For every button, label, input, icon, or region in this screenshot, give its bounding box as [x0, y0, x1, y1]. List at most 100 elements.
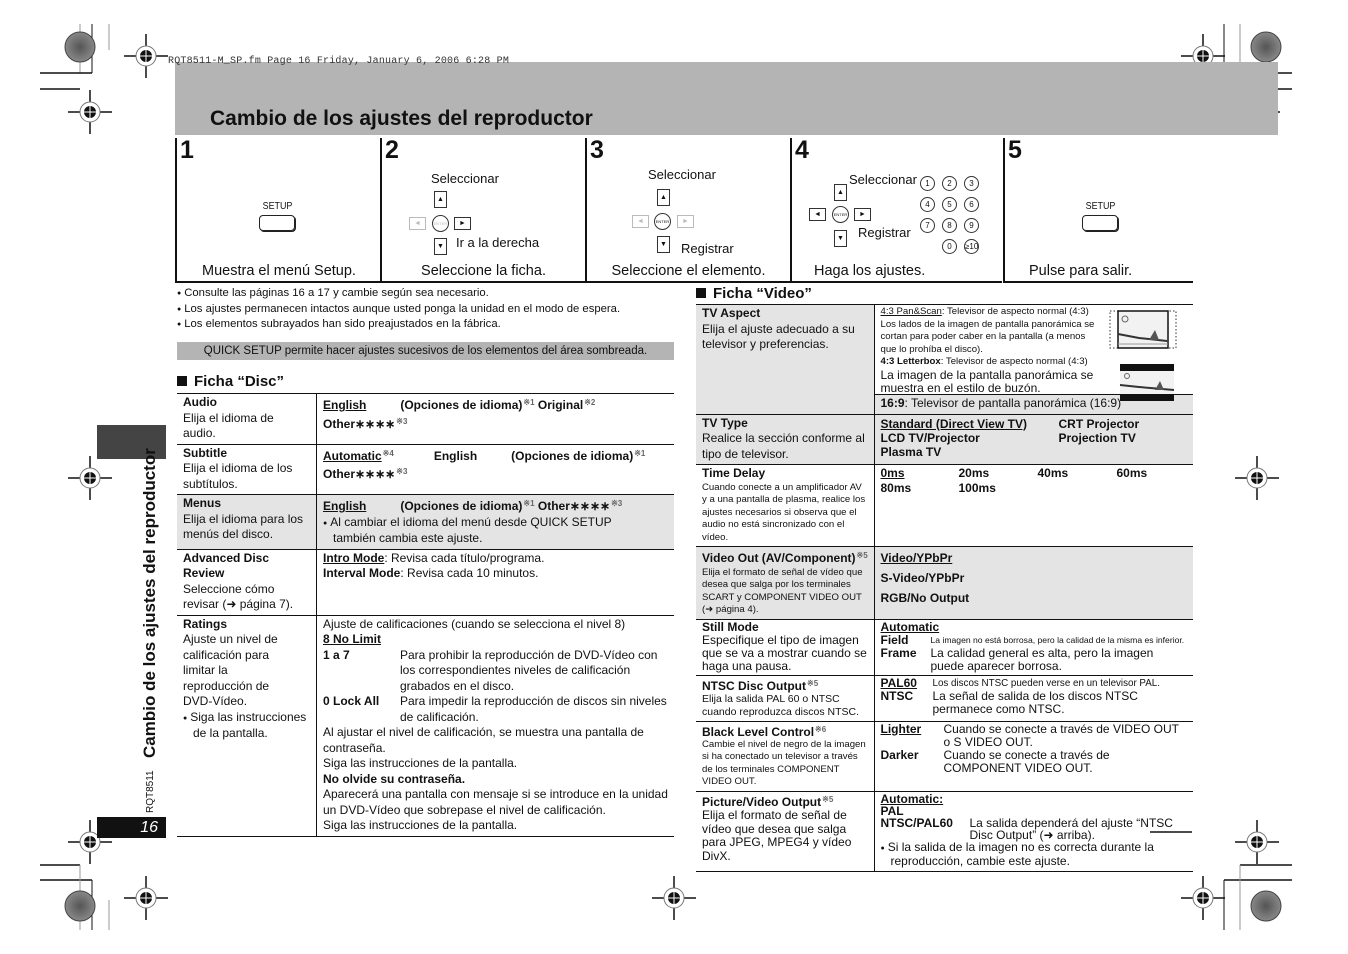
- option: Other∗∗∗∗: [323, 416, 396, 431]
- setting-name: Black Level Control: [702, 724, 815, 739]
- option: 20ms: [958, 466, 990, 480]
- video-tab-heading: Ficha “Video”: [696, 285, 812, 302]
- ratings-text: Al ajustar el nivel de calificación, se …: [323, 725, 644, 755]
- setting-desc: Elija el formato de señal de vídeo que d…: [702, 566, 863, 616]
- option-desc: : Televisor de aspecto normal (4:3): [940, 356, 1088, 367]
- option: Original: [537, 398, 584, 412]
- step-caption: Seleccione el elemento.: [611, 263, 766, 279]
- setting-note: Si la salida de la imagen no es correcta…: [881, 841, 1189, 867]
- footnote-ref: ※4: [382, 448, 394, 458]
- option-default: PAL60: [880, 675, 917, 690]
- page-number: 16: [97, 817, 166, 838]
- setup-button-icon: [259, 215, 295, 231]
- option: 80ms: [880, 481, 912, 495]
- setting-name: TV Type: [702, 415, 748, 430]
- select-label: Seleccionar: [849, 172, 917, 187]
- footnote-ref: ※3: [611, 499, 623, 508]
- setting-row-still-mode: Still Mode Especifique el tipo de imagen …: [696, 618, 1193, 675]
- setup-label: SETUP: [1085, 200, 1116, 212]
- number-key-icon: 1: [920, 176, 935, 191]
- left-arrow-key-icon: ◄: [632, 215, 649, 228]
- note-item: Consulte las páginas 16 a 17 y cambie se…: [177, 286, 620, 302]
- option-default: Standard (Direct View TV): [880, 416, 1027, 431]
- setting-name: Video Out (AV/Component): [702, 551, 856, 565]
- setting-desc: Elija la salida PAL 60 o NTSC cuando rep…: [702, 692, 859, 718]
- option-desc: : Televisor de aspecto normal (4:3): [941, 306, 1089, 317]
- option: English: [433, 448, 478, 463]
- left-arrow-key-icon: ◄: [809, 208, 826, 221]
- up-arrow-key-icon: ▲: [657, 189, 670, 206]
- step-number: 4: [795, 136, 809, 164]
- step-number: 2: [385, 136, 399, 164]
- letterbox-illustration: [1119, 364, 1174, 401]
- setting-name: Picture/Video Output: [702, 794, 822, 809]
- setting-row-time-delay: Time Delay Cuando conecte a un amplificad…: [696, 464, 1193, 547]
- option-desc: La salida dependerá del ajuste “NTSC Dis…: [969, 815, 1173, 842]
- option: PAL: [880, 803, 904, 818]
- option: 1 a 7: [323, 647, 350, 662]
- setting-row-picture-video-output: Picture/Video Output※5 Elija el formato d…: [696, 790, 1193, 872]
- setting-desc: Seleccione cómo revisar (➜ página 7).: [183, 581, 294, 612]
- option-desc: Los lados de la imagen de pantalla panor…: [880, 318, 1095, 355]
- step-caption: Muestra el menú Setup.: [202, 263, 356, 279]
- option: (Opciones de idioma): [511, 448, 634, 463]
- setting-row-ntsc-disc-output: NTSC Disc Output※5 Elija la salida PAL 60…: [696, 674, 1193, 721]
- footnote-ref: ※2: [584, 398, 596, 407]
- down-arrow-key-icon: ▼: [434, 238, 447, 255]
- option: NTSC: [880, 688, 914, 703]
- enter-key-icon: ENTER: [832, 206, 849, 223]
- option-default: Automatic: [323, 448, 382, 463]
- option-default: English: [323, 398, 367, 412]
- number-key-icon: 3: [964, 176, 979, 191]
- option: Projection TV: [1058, 430, 1136, 445]
- setting-name: Still Mode: [702, 619, 759, 634]
- setting-desc: Realice la sección conforme al tipo de t…: [702, 431, 865, 461]
- select-label: Seleccionar: [648, 167, 716, 182]
- side-title-text: Cambio de los ajustes del reproductor: [140, 448, 159, 758]
- step-1: 1 SETUP Muestra el menú Setup.: [175, 136, 381, 283]
- option-default: Video/YPbPr: [880, 551, 953, 565]
- ratings-warning: No olvide su contraseña.: [323, 771, 466, 786]
- setting-row-audio: Audio Elija el idioma de audio. English (O…: [177, 393, 674, 444]
- setting-name: NTSC Disc Output: [702, 678, 806, 693]
- option-default: English: [323, 499, 367, 513]
- setting-desc: Elija el ajuste adecuado a su televisor …: [702, 321, 855, 352]
- footnote-ref: ※3: [396, 467, 408, 476]
- option-default: Automatic: [880, 619, 940, 634]
- document-code: RQT8511: [145, 770, 156, 813]
- option: Frame: [880, 645, 917, 660]
- enter-key-icon: ENTER: [432, 215, 449, 232]
- setting-desc: Ajuste un nivel de calificación para lim…: [183, 632, 278, 708]
- registration-mark: [67, 89, 113, 135]
- select-label: Seleccionar: [431, 171, 499, 186]
- registration-mark: [1180, 875, 1226, 921]
- footnote-ref: ※5: [822, 794, 834, 804]
- setting-note: Al cambiar el idioma del menú desde QUIC…: [323, 515, 653, 547]
- color-target-bottom-left: [64, 890, 96, 922]
- ratings-text: Aparecerá una pantalla con mensaje si se…: [323, 787, 668, 817]
- pan-scan-illustration: [1109, 310, 1176, 349]
- step-caption: Haga los ajustes.: [814, 263, 926, 279]
- footnote-ref: ※6: [815, 724, 827, 734]
- option: RGB/No Output: [880, 591, 970, 605]
- option-desc: La calidad general es alta, pero la imag…: [930, 645, 1154, 673]
- step-caption: Seleccione la ficha.: [421, 263, 546, 279]
- disc-settings-table: Audio Elija el idioma de audio. English (O…: [177, 393, 674, 837]
- option-desc: Cuando se conecte a través de COMPONENT …: [943, 747, 1110, 775]
- video-settings-table: TV Aspect Elija el ajuste adecuado a su t…: [696, 304, 1193, 872]
- option: 4:3 Letterbox: [880, 356, 941, 367]
- option-desc: Para impedir la reproducción de discos s…: [400, 694, 667, 724]
- number-key-icon: 5: [942, 197, 957, 212]
- step-number: 1: [180, 136, 194, 164]
- number-key-icon: 8: [942, 218, 957, 233]
- print-header: RQT8511-M_SP.fm Page 16 Friday, January …: [168, 56, 510, 67]
- footnote-ref: ※1: [523, 398, 535, 407]
- footnote-ref: ※3: [396, 416, 408, 426]
- step-number: 3: [590, 136, 604, 164]
- setting-name: Time Delay: [702, 466, 766, 480]
- option: 60ms: [1116, 466, 1148, 480]
- note-item: Los elementos subrayados han sido preaju…: [177, 317, 620, 333]
- registration-mark: [651, 875, 697, 921]
- setting-desc: Elija el idioma de los subtítulos.: [183, 461, 293, 491]
- setting-row-menus: Menus Elija el idioma para los menús del …: [177, 494, 674, 549]
